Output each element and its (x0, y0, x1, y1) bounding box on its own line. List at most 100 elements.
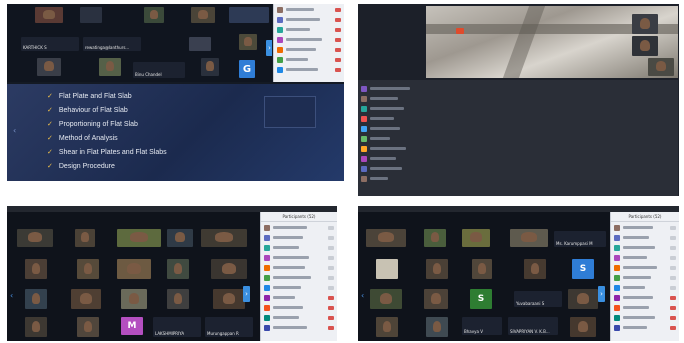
video-tile[interactable] (462, 229, 490, 247)
participant-row[interactable] (614, 313, 676, 322)
participant-row[interactable] (361, 134, 675, 143)
participant-row[interactable] (361, 144, 675, 153)
participant-row[interactable] (614, 233, 676, 242)
self-view-tile[interactable] (632, 36, 658, 56)
participant-row[interactable] (361, 164, 675, 173)
video-tile[interactable]: Ms. Karumppasi M (554, 231, 606, 247)
participant-row[interactable] (614, 303, 676, 312)
video-tile[interactable]: Bhavya V (462, 317, 502, 335)
participant-row[interactable] (264, 263, 334, 272)
presenter-thumbnail[interactable] (264, 96, 316, 128)
video-tile[interactable]: KARTHICK S (21, 37, 79, 51)
video-tile[interactable] (510, 229, 548, 247)
participant-row[interactable] (614, 223, 676, 232)
participant-row[interactable] (614, 253, 676, 262)
video-tile[interactable] (366, 229, 406, 247)
video-tile[interactable] (75, 229, 95, 247)
video-tile[interactable] (568, 289, 598, 309)
video-tile[interactable]: SIVAPRIYAN V. K.B... (508, 317, 558, 335)
video-tile[interactable] (472, 259, 492, 279)
video-tile[interactable] (191, 7, 215, 23)
video-tile[interactable] (17, 229, 53, 247)
participant-row[interactable] (277, 5, 341, 14)
avatar-letter-tile[interactable]: G (239, 60, 255, 78)
next-page-arrow[interactable]: › (266, 40, 272, 56)
video-tile[interactable] (77, 259, 99, 279)
participant-row[interactable] (614, 243, 676, 252)
participant-row[interactable] (277, 45, 341, 54)
participant-row[interactable] (277, 35, 341, 44)
video-tile[interactable] (71, 289, 101, 309)
video-tile[interactable] (99, 58, 121, 76)
video-tile[interactable]: Binu Chandel (133, 62, 185, 78)
participant-row[interactable] (264, 293, 334, 302)
participant-row[interactable] (264, 233, 334, 242)
video-tile[interactable] (239, 34, 257, 50)
participant-row[interactable] (264, 313, 334, 322)
video-tile[interactable] (201, 58, 219, 76)
video-tile[interactable] (167, 259, 189, 279)
participant-row[interactable] (361, 154, 675, 163)
video-tile[interactable] (570, 317, 596, 337)
video-tile[interactable]: Yuvabaraani S (514, 291, 562, 307)
participant-row[interactable] (264, 243, 334, 252)
video-tile[interactable] (376, 317, 398, 337)
video-tile[interactable] (211, 259, 247, 279)
participant-row[interactable] (277, 25, 341, 34)
video-tile[interactable] (25, 289, 47, 309)
video-tile[interactable] (25, 259, 47, 279)
next-page-arrow[interactable]: › (243, 286, 250, 302)
video-tile[interactable] (648, 58, 674, 76)
video-tile[interactable]: rewatinga@lanthurs... (83, 37, 141, 51)
video-tile[interactable]: Murungappan R (205, 317, 253, 337)
video-tile[interactable] (424, 229, 446, 247)
participant-row[interactable] (277, 15, 341, 24)
self-view-tile[interactable] (632, 14, 658, 34)
video-tile[interactable] (370, 289, 402, 309)
video-tile[interactable] (213, 289, 245, 309)
video-tile[interactable]: LAKSHMIPRIYA (153, 317, 201, 337)
video-tile[interactable] (35, 7, 63, 23)
video-tile[interactable] (77, 317, 99, 337)
participant-row[interactable] (277, 65, 341, 74)
previous-page-icon[interactable]: ‹ (361, 291, 364, 300)
video-tile[interactable] (80, 7, 102, 23)
participant-row[interactable] (361, 114, 675, 123)
video-tile[interactable] (37, 58, 61, 76)
participant-row[interactable] (361, 124, 675, 133)
avatar-letter-tile[interactable]: S (470, 289, 492, 309)
video-tile[interactable] (376, 259, 398, 279)
video-tile[interactable] (167, 289, 189, 309)
video-tile[interactable] (424, 289, 448, 309)
participant-row[interactable] (277, 55, 341, 64)
participant-row[interactable] (361, 174, 675, 183)
avatar-letter-tile[interactable]: S (572, 259, 594, 279)
video-tile[interactable] (189, 37, 211, 51)
video-tile[interactable] (25, 317, 47, 337)
participant-row[interactable] (264, 303, 334, 312)
video-tile[interactable] (121, 289, 147, 309)
participant-row[interactable] (264, 273, 334, 282)
video-tile[interactable] (426, 259, 448, 279)
video-tile[interactable] (167, 229, 193, 247)
video-tile[interactable] (117, 229, 161, 247)
participant-row[interactable] (614, 323, 676, 332)
participant-row[interactable] (614, 263, 676, 272)
video-tile[interactable] (524, 259, 546, 279)
video-tile[interactable] (117, 259, 151, 279)
video-tile[interactable] (144, 7, 164, 23)
participant-row[interactable] (264, 223, 334, 232)
next-page-arrow[interactable]: › (598, 286, 605, 302)
participant-row[interactable] (361, 94, 675, 103)
video-tile[interactable] (426, 317, 448, 337)
participant-row[interactable] (264, 253, 334, 262)
participant-row[interactable] (361, 104, 675, 113)
participant-row[interactable] (264, 283, 334, 292)
participant-row[interactable] (614, 283, 676, 292)
avatar-letter-tile[interactable]: M (121, 317, 143, 335)
previous-slide-icon[interactable]: ‹ (13, 126, 16, 135)
video-tile[interactable] (201, 229, 247, 247)
participant-row[interactable] (264, 323, 334, 332)
participant-row[interactable] (614, 273, 676, 282)
video-tile[interactable] (229, 7, 269, 23)
